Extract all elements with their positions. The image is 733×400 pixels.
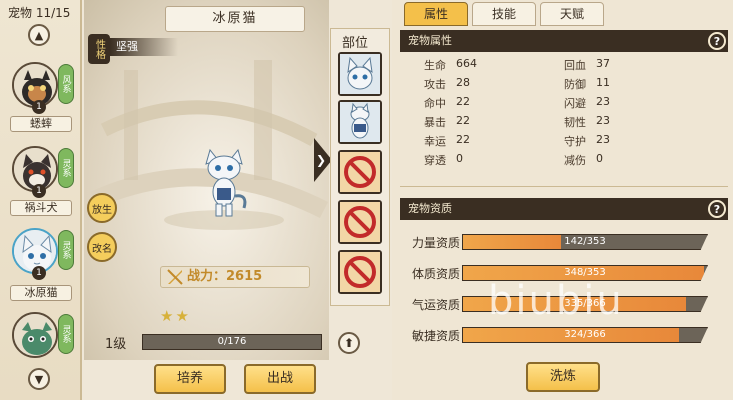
pet-element-tag: 风系 bbox=[58, 64, 74, 104]
cat-portrait-icon bbox=[340, 54, 380, 94]
aptitude-value: 142/353 bbox=[564, 236, 606, 247]
forbidden-icon bbox=[340, 202, 380, 242]
pet-model bbox=[198, 148, 250, 220]
attr-value: 37 bbox=[596, 57, 610, 70]
pet-element-tag: 灵系 bbox=[58, 230, 74, 270]
pet-name: 冰原猫 bbox=[10, 285, 72, 301]
attr-name: 幸运 bbox=[424, 135, 446, 148]
attr-name: 穿透 bbox=[424, 154, 446, 167]
star-icon: ★ bbox=[160, 307, 176, 325]
attr-name: 韧性 bbox=[564, 116, 586, 129]
exp-text: 0/176 bbox=[217, 336, 247, 347]
attr-value: 664 bbox=[456, 57, 477, 70]
release-button[interactable]: 放生 bbox=[87, 193, 117, 223]
pet-count: 宠物 11/15 bbox=[8, 6, 71, 20]
attr-name: 命中 bbox=[424, 97, 446, 110]
divider bbox=[400, 186, 728, 187]
pet-level-badge: 1 bbox=[32, 184, 46, 198]
attr-row: 幸运 22 bbox=[424, 133, 544, 148]
aptitude-value: 324/366 bbox=[564, 329, 606, 340]
ice-cat-sprite bbox=[205, 148, 247, 217]
attr-value: 11 bbox=[596, 76, 610, 89]
pet-level-badge: 1 bbox=[32, 100, 46, 114]
pet-name: 蟋蟀 bbox=[10, 116, 72, 132]
attr-row: 穿透 0 bbox=[424, 152, 544, 167]
scroll-up-button[interactable]: ▲ bbox=[28, 24, 50, 46]
pet-element-tag: 灵系 bbox=[58, 314, 74, 354]
help-icon[interactable]: ? bbox=[708, 200, 726, 218]
equip-slot-1[interactable] bbox=[338, 52, 382, 96]
exp-bar: 0/176 bbox=[142, 334, 322, 350]
attr-name: 减伤 bbox=[564, 154, 586, 167]
attr-row: 回血 37 bbox=[564, 57, 684, 72]
forbidden-icon bbox=[340, 152, 380, 192]
equip-slot-5 bbox=[338, 250, 382, 294]
arrow-up-icon: ⬆ bbox=[343, 336, 355, 350]
attributes-header: 宠物属性 bbox=[400, 30, 728, 52]
chevron-down-icon: ▼ bbox=[34, 372, 44, 386]
pet-stars: ★★ bbox=[160, 307, 191, 325]
level-up-button[interactable]: ⬆ bbox=[338, 332, 360, 354]
attr-value: 22 bbox=[456, 114, 470, 127]
sword-icon bbox=[166, 268, 184, 286]
scroll-down-button[interactable]: ▼ bbox=[28, 368, 50, 390]
attr-value: 23 bbox=[596, 95, 610, 108]
aptitude-label: 体质资质 bbox=[411, 267, 460, 281]
equip-slot-4 bbox=[338, 200, 382, 244]
pet-element-tag: 灵系 bbox=[58, 148, 74, 188]
attr-value: 23 bbox=[596, 133, 610, 146]
pet-avatar bbox=[12, 312, 58, 358]
attr-value: 22 bbox=[456, 133, 470, 146]
equip-title: 部位 bbox=[342, 36, 369, 51]
watermark: biubiu bbox=[488, 278, 624, 324]
aptitude-label: 气运资质 bbox=[411, 298, 460, 312]
attr-name: 暴击 bbox=[424, 116, 446, 129]
attr-value: 0 bbox=[596, 152, 603, 165]
tab-attributes[interactable]: 属性 bbox=[404, 2, 468, 26]
aptitude-label: 力量资质 bbox=[411, 236, 460, 250]
pet-title: 冰原猫 bbox=[165, 6, 305, 32]
personality-badge: 性格 bbox=[88, 34, 110, 64]
attr-row: 暴击 22 bbox=[424, 114, 544, 129]
attr-name: 生命 bbox=[424, 59, 446, 72]
attr-row: 韧性 23 bbox=[564, 114, 684, 129]
wash-button[interactable]: 洗炼 bbox=[526, 362, 600, 392]
pet-level: 1级 bbox=[105, 337, 127, 352]
attr-value: 28 bbox=[456, 76, 470, 89]
aptitude-header: 宠物资质 bbox=[400, 198, 728, 220]
aptitude-label: 敏捷资质 bbox=[411, 329, 460, 343]
attr-value: 0 bbox=[456, 152, 463, 165]
attr-name: 攻击 bbox=[424, 78, 446, 91]
attr-name: 防御 bbox=[564, 78, 586, 91]
attr-row: 减伤 0 bbox=[564, 152, 684, 167]
attr-row: 攻击 28 bbox=[424, 76, 544, 91]
attr-name: 守护 bbox=[564, 135, 586, 148]
attr-name: 回血 bbox=[564, 59, 586, 72]
attr-row: 生命 664 bbox=[424, 57, 544, 72]
battle-button[interactable]: 出战 bbox=[244, 364, 316, 394]
rename-button[interactable]: 改名 bbox=[87, 232, 117, 262]
personality-value: 坚强 bbox=[110, 38, 178, 56]
attr-row: 防御 11 bbox=[564, 76, 684, 91]
forbidden-icon bbox=[340, 252, 380, 292]
pet-name: 祸斗犬 bbox=[10, 200, 72, 216]
chevron-up-icon: ▲ bbox=[34, 28, 44, 42]
attr-name: 闪避 bbox=[564, 97, 586, 110]
tab-talent[interactable]: 天赋 bbox=[540, 2, 604, 26]
pet-level-badge: 1 bbox=[32, 266, 46, 280]
attr-value: 22 bbox=[456, 95, 470, 108]
attr-value: 23 bbox=[596, 114, 610, 127]
attr-row: 命中 22 bbox=[424, 95, 544, 110]
equip-slot-2[interactable] bbox=[338, 100, 382, 144]
pet-slot-4[interactable]: 灵系 bbox=[8, 312, 76, 360]
attr-row: 闪避 23 bbox=[564, 95, 684, 110]
star-icon: ★ bbox=[175, 307, 191, 325]
tab-skills[interactable]: 技能 bbox=[472, 2, 536, 26]
equip-slot-3 bbox=[338, 150, 382, 194]
cat-fullbody-icon bbox=[340, 102, 380, 142]
help-icon[interactable]: ? bbox=[708, 32, 726, 50]
green-beast-icon bbox=[14, 314, 56, 356]
train-button[interactable]: 培养 bbox=[154, 364, 226, 394]
attr-row: 守护 23 bbox=[564, 133, 684, 148]
